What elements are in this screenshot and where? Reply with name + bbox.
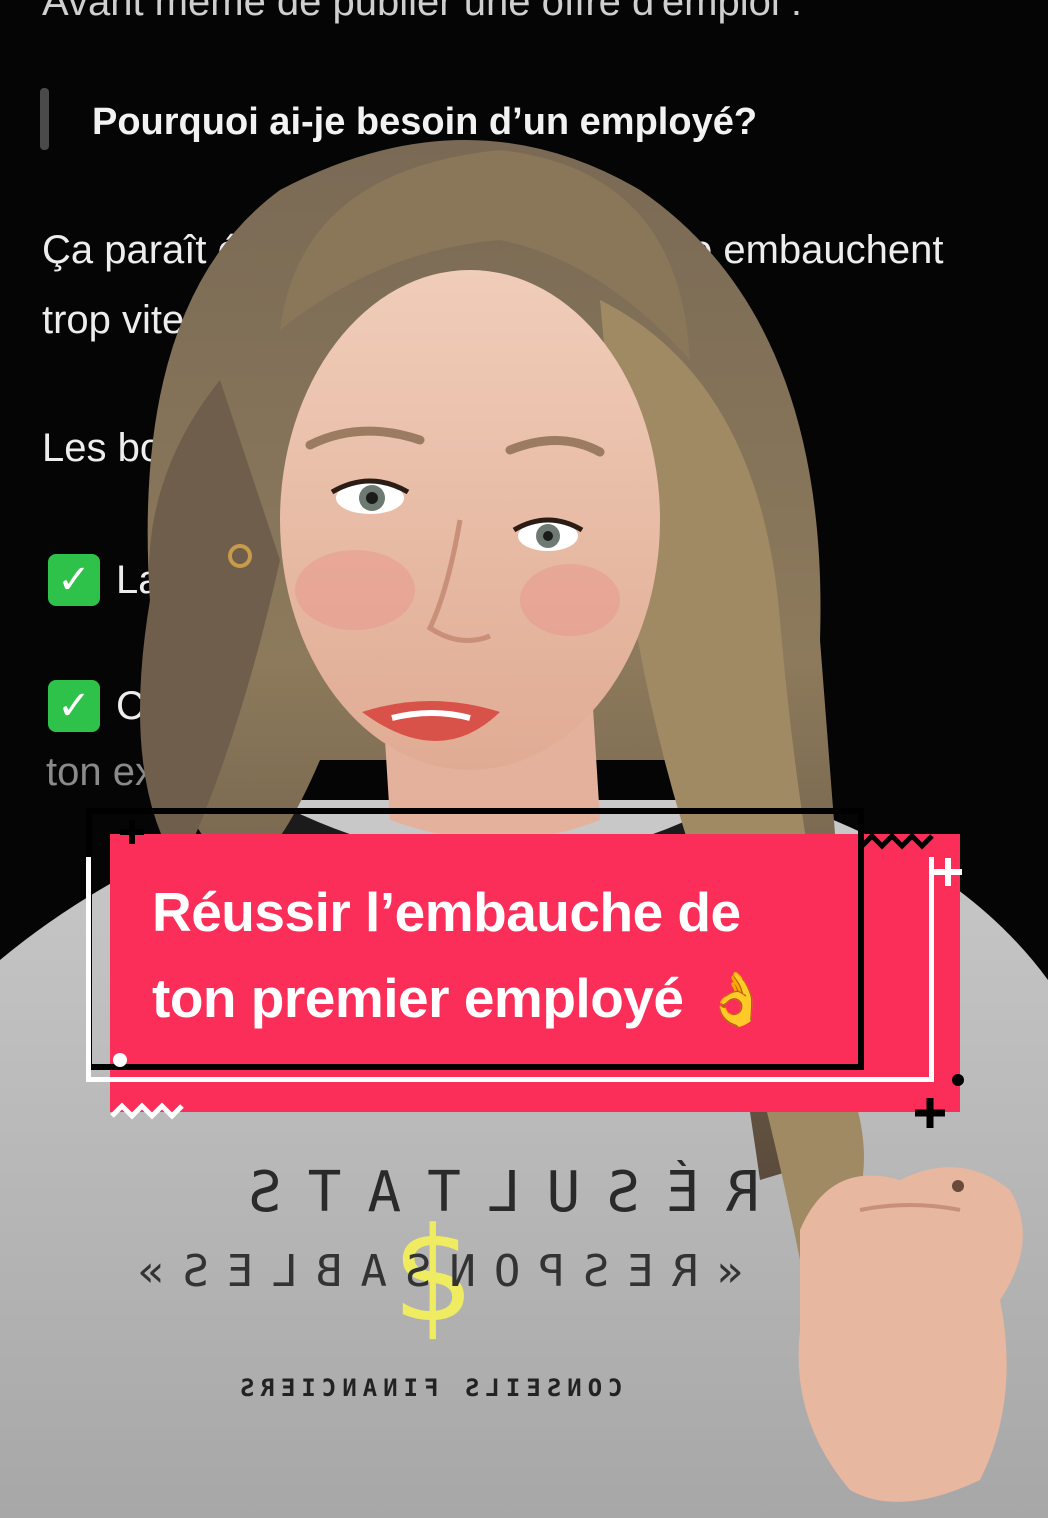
title-line-2: ton premier employé 👌 (152, 966, 769, 1030)
title-line-1: Réussir l’embauche de (152, 881, 741, 943)
plus-icon (120, 820, 144, 844)
title-line-2-text: ton premier employé (152, 967, 684, 1029)
ok-hand-icon: 👌 (704, 971, 769, 1029)
zigzag-icon (110, 1102, 184, 1120)
title-decorations (110, 820, 964, 1128)
plus-icon (934, 858, 962, 886)
dot-icon (113, 1053, 127, 1067)
plus-icon (915, 1098, 945, 1128)
zigzag-icon (860, 832, 934, 850)
video-frame: Avant même de publier une offre d'emploi… (0, 0, 1048, 1518)
dot-icon (952, 1074, 964, 1086)
